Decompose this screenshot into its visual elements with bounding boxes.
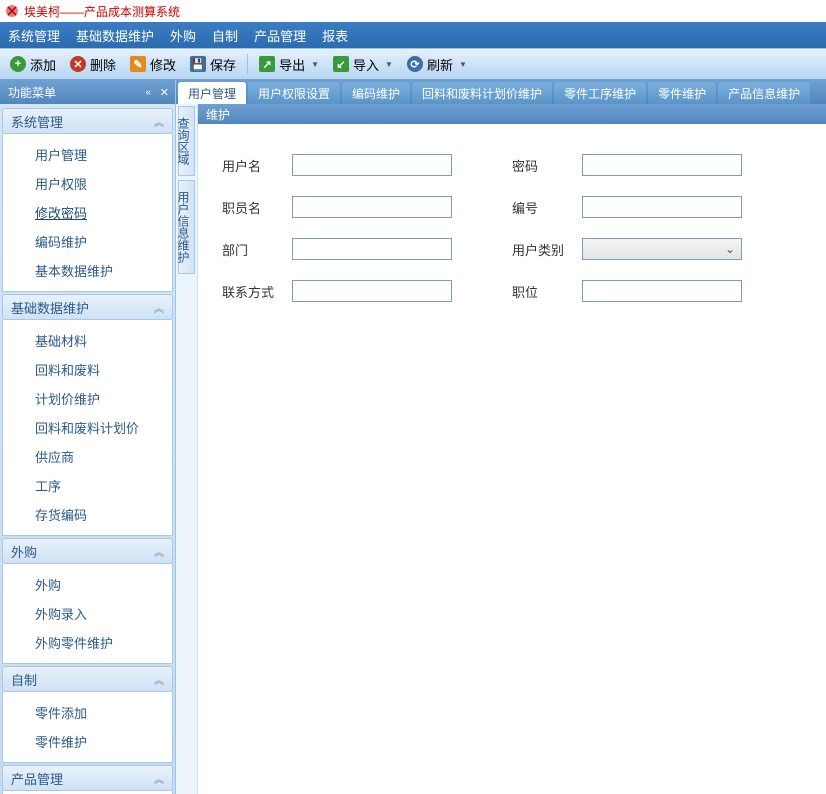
staffname-input[interactable] bbox=[292, 196, 452, 218]
dept-label: 部门 bbox=[222, 240, 292, 259]
menu-product[interactable]: 产品管理 bbox=[254, 26, 306, 45]
contact-input[interactable] bbox=[292, 280, 452, 302]
vtab-query[interactable]: 查询区域 bbox=[178, 106, 195, 176]
sidebar-item[interactable]: 存货编码 bbox=[3, 500, 172, 529]
delete-button[interactable]: ✕ 删除 bbox=[64, 52, 122, 77]
group-header[interactable]: 自制 bbox=[2, 666, 173, 692]
refresh-icon: ⟳ bbox=[407, 56, 423, 72]
dept-input[interactable] bbox=[292, 238, 452, 260]
username-label: 用户名 bbox=[222, 156, 292, 175]
tabs: 用户管理用户权限设置编码维护回料和废料计划价维护零件工序维护零件维护产品信息维护 bbox=[176, 80, 826, 104]
titlebar: 埃美柯——产品成本测算系统 bbox=[0, 0, 826, 22]
export-icon: ↗ bbox=[259, 56, 275, 72]
tab[interactable]: 回料和废料计划价维护 bbox=[412, 82, 552, 104]
chevron-down-icon: ▼ bbox=[459, 60, 467, 69]
import-button[interactable]: ↙ 导入 ▼ bbox=[327, 52, 399, 77]
sidebar-item[interactable]: 零件添加 bbox=[3, 698, 172, 727]
position-input[interactable] bbox=[582, 280, 742, 302]
app-logo-icon bbox=[4, 3, 20, 19]
chevron-down-icon: ▼ bbox=[311, 60, 319, 69]
sidebar-item[interactable]: 修改密码 bbox=[3, 198, 172, 227]
sidebar-item[interactable]: 供应商 bbox=[3, 442, 172, 471]
collapse-icon[interactable]: « bbox=[145, 87, 151, 98]
contact-label: 联系方式 bbox=[222, 282, 292, 301]
sidebar-item[interactable]: 零件维护 bbox=[3, 727, 172, 756]
sidebar-item[interactable]: 外购零件维护 bbox=[3, 628, 172, 657]
edit-icon: ✎ bbox=[130, 56, 146, 72]
code-input[interactable] bbox=[582, 196, 742, 218]
menu-system[interactable]: 系统管理 bbox=[8, 26, 60, 45]
menu-report[interactable]: 报表 bbox=[322, 26, 348, 45]
menu-outsource[interactable]: 外购 bbox=[170, 26, 196, 45]
staffname-label: 职员名 bbox=[222, 198, 292, 217]
sidebar-item[interactable]: 编码维护 bbox=[3, 227, 172, 256]
add-icon: + bbox=[10, 56, 26, 72]
toolbar-separator bbox=[247, 54, 248, 74]
export-button[interactable]: ↗ 导出 ▼ bbox=[253, 52, 325, 77]
delete-icon: ✕ bbox=[70, 56, 86, 72]
username-input[interactable] bbox=[292, 154, 452, 176]
tab[interactable]: 零件工序维护 bbox=[554, 82, 646, 104]
vertical-tabs: 查询区域 用户信息维护 bbox=[176, 104, 198, 794]
menu-selfmake[interactable]: 自制 bbox=[212, 26, 238, 45]
group-header[interactable]: 系统管理 bbox=[2, 108, 173, 134]
edit-button[interactable]: ✎ 修改 bbox=[124, 52, 182, 77]
password-input[interactable] bbox=[582, 154, 742, 176]
sidebar-item[interactable]: 基础材料 bbox=[3, 326, 172, 355]
chevron-down-icon: ▼ bbox=[385, 60, 393, 69]
add-button[interactable]: + 添加 bbox=[4, 52, 62, 77]
group-header[interactable]: 产品管理 bbox=[2, 765, 173, 791]
close-icon[interactable]: ✕ bbox=[160, 86, 169, 99]
menubar: 系统管理 基础数据维护 外购 自制 产品管理 报表 bbox=[0, 22, 826, 48]
form-area: 用户名 密码 职员名 编号 bbox=[198, 124, 826, 794]
tab[interactable]: 零件维护 bbox=[648, 82, 716, 104]
sidebar: 功能菜单 « ✕ 系统管理用户管理用户权限修改密码编码维护基本数据维护基础数据维… bbox=[0, 80, 176, 794]
panel-title: 维护 bbox=[198, 104, 826, 124]
sidebar-title: 功能菜单 « ✕ bbox=[0, 80, 175, 104]
code-label: 编号 bbox=[512, 198, 582, 217]
vtab-userinfo[interactable]: 用户信息维护 bbox=[178, 180, 195, 274]
sidebar-item[interactable]: 外购录入 bbox=[3, 599, 172, 628]
password-label: 密码 bbox=[512, 156, 582, 175]
usertype-label: 用户类别 bbox=[512, 240, 582, 259]
usertype-select[interactable] bbox=[582, 238, 742, 260]
sidebar-item[interactable]: 计划价维护 bbox=[3, 384, 172, 413]
app-title: 埃美柯——产品成本测算系统 bbox=[24, 3, 180, 20]
sidebar-item[interactable]: 工序 bbox=[3, 471, 172, 500]
group-header[interactable]: 基础数据维护 bbox=[2, 294, 173, 320]
sidebar-item[interactable]: 外购 bbox=[3, 570, 172, 599]
tab[interactable]: 用户管理 bbox=[178, 82, 246, 104]
sidebar-item[interactable]: 用户权限 bbox=[3, 169, 172, 198]
group-header[interactable]: 外购 bbox=[2, 538, 173, 564]
menu-basedata[interactable]: 基础数据维护 bbox=[76, 26, 154, 45]
sidebar-item[interactable]: 用户管理 bbox=[3, 140, 172, 169]
sidebar-item[interactable]: 回料和废料计划价 bbox=[3, 413, 172, 442]
tab[interactable]: 编码维护 bbox=[342, 82, 410, 104]
toolbar: + 添加 ✕ 删除 ✎ 修改 💾 保存 ↗ 导出 ▼ ↙ 导入 ▼ ⟳ 刷新 ▼ bbox=[0, 48, 826, 80]
refresh-button[interactable]: ⟳ 刷新 ▼ bbox=[401, 52, 473, 77]
save-icon: 💾 bbox=[190, 56, 206, 72]
tab[interactable]: 产品信息维护 bbox=[718, 82, 810, 104]
sidebar-item[interactable]: 回料和废料 bbox=[3, 355, 172, 384]
position-label: 职位 bbox=[512, 282, 582, 301]
tab[interactable]: 用户权限设置 bbox=[248, 82, 340, 104]
sidebar-item[interactable]: 基本数据维护 bbox=[3, 256, 172, 285]
save-button[interactable]: 💾 保存 bbox=[184, 52, 242, 77]
import-icon: ↙ bbox=[333, 56, 349, 72]
